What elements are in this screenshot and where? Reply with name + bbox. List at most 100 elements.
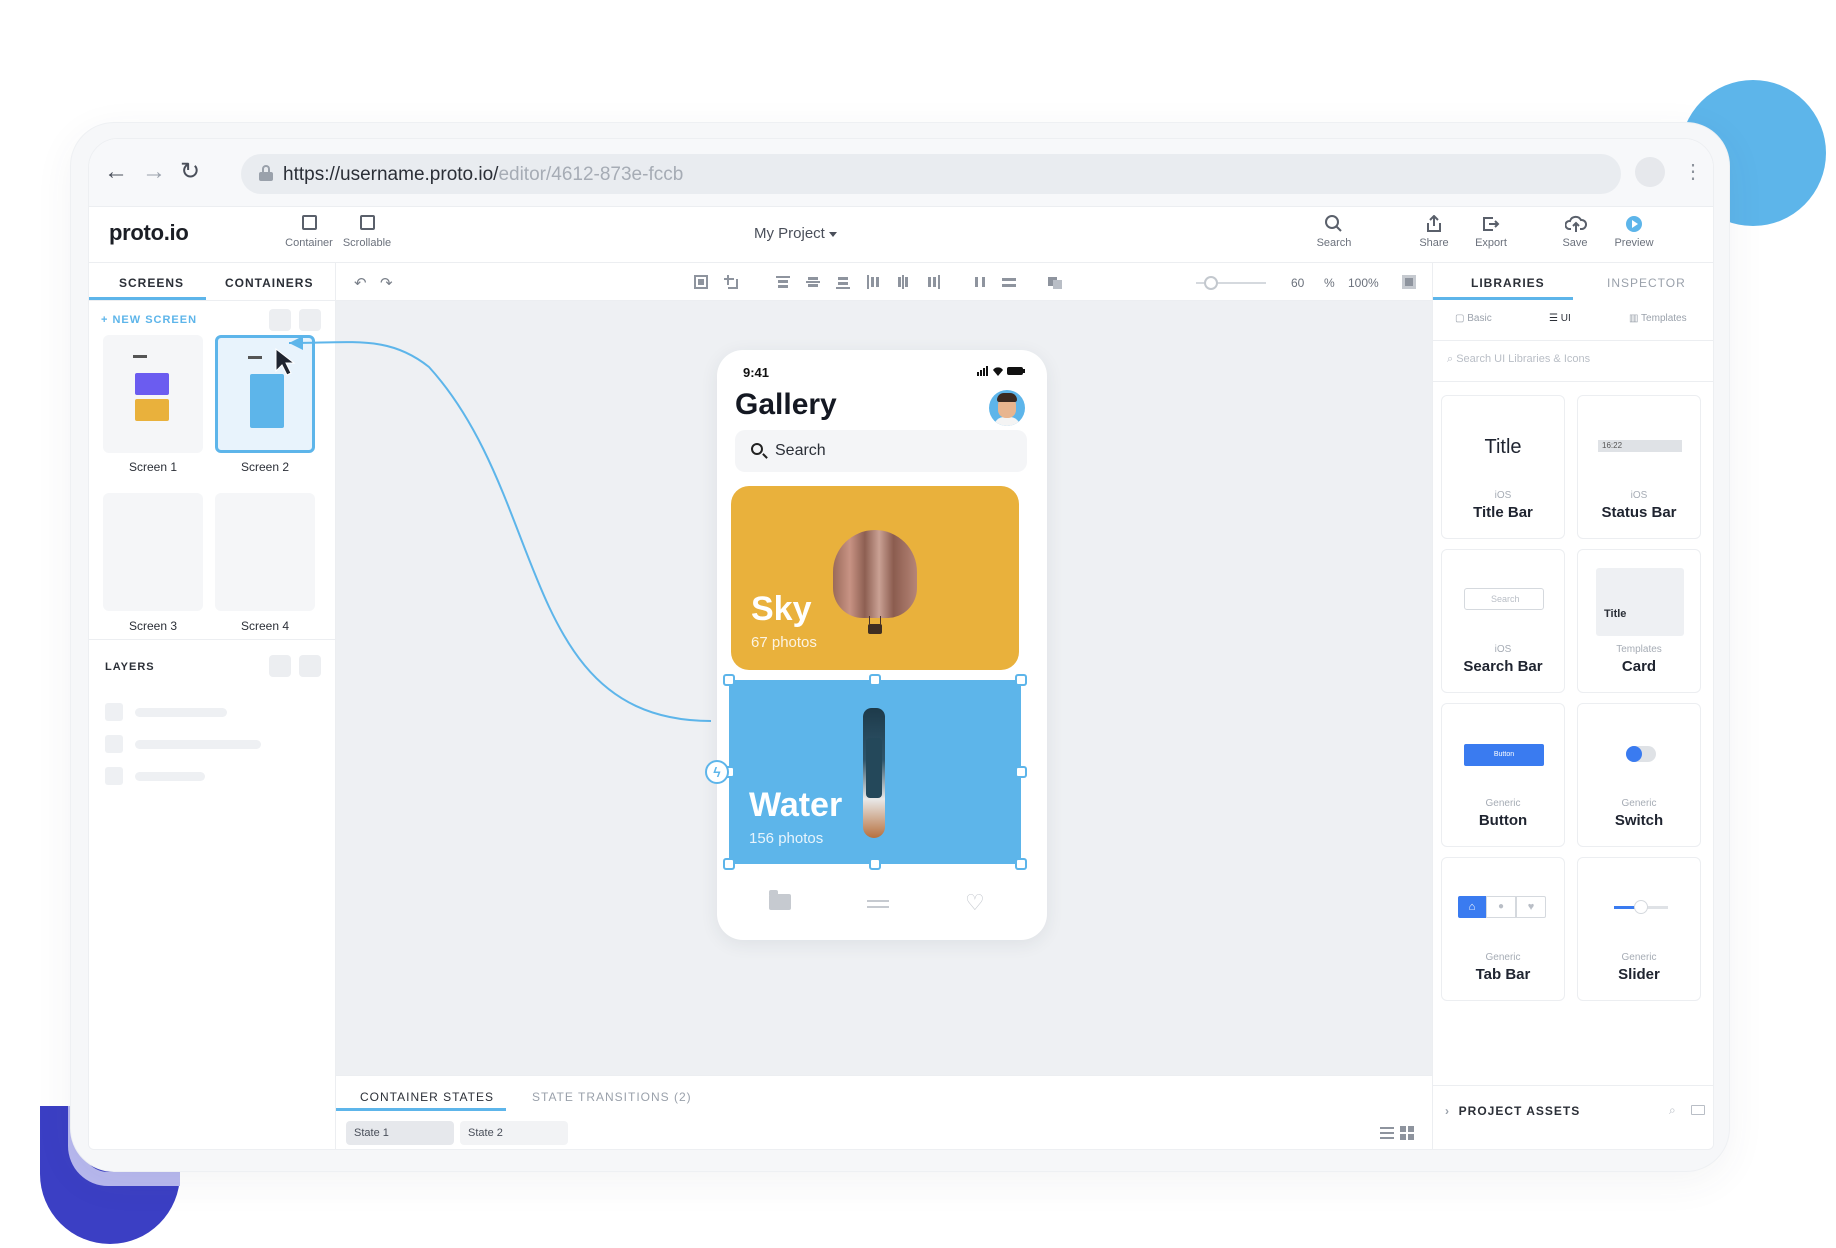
image-icon[interactable] bbox=[1691, 1105, 1705, 1115]
resize-handle[interactable] bbox=[869, 674, 881, 686]
gallery-search-bar[interactable]: Search bbox=[735, 430, 1027, 472]
back-arrow-icon[interactable]: ← bbox=[101, 157, 131, 187]
forward-arrow-icon[interactable]: → bbox=[139, 157, 169, 187]
sky-card[interactable]: Sky 67 photos bbox=[731, 486, 1019, 670]
list-view-icon[interactable] bbox=[1380, 1126, 1394, 1140]
library-search-input[interactable]: ⌕ Search UI Libraries & Icons bbox=[1447, 353, 1590, 366]
heart-icon[interactable]: ♡ bbox=[965, 890, 985, 916]
library-item-status-bar[interactable]: 16:22 iOS Status Bar bbox=[1577, 395, 1701, 539]
undo-icon[interactable]: ↶ bbox=[354, 274, 367, 292]
status-bar-preview: 16:22 bbox=[1598, 440, 1682, 452]
project-title-dropdown[interactable]: My Project bbox=[754, 225, 837, 242]
library-item-category: Generic bbox=[1621, 952, 1657, 963]
export-tool[interactable]: Export bbox=[1467, 215, 1515, 249]
grid-view-icon[interactable] bbox=[1400, 1126, 1414, 1140]
resize-handle[interactable] bbox=[869, 858, 881, 870]
library-item-card[interactable]: Title Templates Card bbox=[1577, 549, 1701, 693]
profile-avatar[interactable] bbox=[1635, 157, 1665, 187]
tab-container-states[interactable]: CONTAINER STATES bbox=[360, 1090, 494, 1104]
kebab-menu-icon[interactable]: ⋮ bbox=[1683, 157, 1703, 187]
grid-view-button[interactable] bbox=[269, 309, 291, 331]
tab-inspector[interactable]: INSPECTOR bbox=[1607, 276, 1686, 290]
resize-handle[interactable] bbox=[1015, 858, 1027, 870]
library-item-switch[interactable]: Generic Switch bbox=[1577, 703, 1701, 847]
library-item-slider[interactable]: Generic Slider bbox=[1577, 857, 1701, 1001]
state-pill-2[interactable]: State 2 bbox=[460, 1121, 568, 1145]
fit-screen-icon[interactable] bbox=[1402, 275, 1416, 289]
zoom-fit-button[interactable]: 100% bbox=[1348, 276, 1379, 290]
redo-icon[interactable]: ↷ bbox=[380, 274, 393, 292]
screen-label-2: Screen 2 bbox=[240, 460, 290, 474]
lightning-bolt-icon[interactable]: ϟ bbox=[705, 760, 729, 784]
distribute-vertical-icon[interactable] bbox=[1002, 275, 1016, 289]
screen-thumbnail-3[interactable] bbox=[103, 493, 203, 611]
library-item-category: iOS bbox=[1494, 644, 1512, 655]
resize-handle[interactable] bbox=[723, 858, 735, 870]
folder-icon[interactable] bbox=[769, 890, 791, 910]
zoom-value[interactable]: 60 bbox=[1291, 276, 1304, 290]
scrollable-tool[interactable]: Scrollable bbox=[339, 215, 395, 249]
phone-tab-bar: ♡ bbox=[717, 878, 1047, 928]
library-item-title-bar[interactable]: Title iOS Title Bar bbox=[1441, 395, 1565, 539]
new-screen-button[interactable]: + NEW SCREEN bbox=[101, 314, 197, 326]
list-view-button[interactable] bbox=[299, 309, 321, 331]
left-panel-tabs: SCREENS CONTAINERS bbox=[89, 263, 335, 301]
water-card[interactable]: Water 156 photos bbox=[729, 680, 1021, 864]
align-center-icon[interactable] bbox=[896, 275, 910, 289]
tab-active-indicator bbox=[89, 297, 206, 300]
select-frame-icon[interactable] bbox=[694, 275, 708, 289]
align-top-icon[interactable] bbox=[776, 275, 790, 289]
align-bottom-icon[interactable] bbox=[836, 275, 850, 289]
share-tool[interactable]: Share bbox=[1412, 214, 1456, 249]
zoom-slider-handle[interactable] bbox=[1204, 276, 1218, 290]
address-bar[interactable]: https://username.proto.io/editor/4612-87… bbox=[241, 154, 1621, 194]
search-tool[interactable]: Search bbox=[1309, 215, 1359, 249]
container-tool[interactable]: Container bbox=[281, 215, 337, 249]
library-item-button[interactable]: Button Generic Button bbox=[1441, 703, 1565, 847]
card-title: Sky bbox=[751, 590, 812, 628]
user-avatar[interactable] bbox=[989, 390, 1025, 426]
group-icon[interactable] bbox=[724, 275, 738, 289]
library-item-search-bar[interactable]: Search iOS Search Bar bbox=[1441, 549, 1565, 693]
container-icon bbox=[299, 215, 319, 233]
subtab-templates[interactable]: ▥ Templates bbox=[1629, 313, 1687, 324]
resize-handle[interactable] bbox=[1015, 766, 1027, 778]
sliders-icon[interactable] bbox=[867, 896, 889, 910]
align-right-icon[interactable] bbox=[926, 275, 940, 289]
search-placeholder: Search bbox=[775, 442, 826, 459]
ui-icon: ☰ bbox=[1549, 313, 1561, 324]
boat-image bbox=[859, 708, 889, 838]
screen-thumbnail-1[interactable] bbox=[103, 335, 203, 453]
chevron-right-icon: › bbox=[1445, 1104, 1459, 1118]
state-pill-1[interactable]: State 1 bbox=[346, 1121, 454, 1145]
tab-containers[interactable]: CONTAINERS bbox=[225, 276, 313, 290]
screen-label-1: Screen 1 bbox=[128, 460, 178, 474]
arrange-icon[interactable] bbox=[1048, 275, 1062, 289]
search-icon[interactable]: ⌕ bbox=[1669, 1103, 1676, 1118]
align-left-icon[interactable] bbox=[866, 275, 880, 289]
tab-libraries[interactable]: LIBRARIES bbox=[1471, 276, 1545, 290]
align-middle-icon[interactable] bbox=[806, 275, 820, 289]
subtab-ui[interactable]: ☰ UI bbox=[1549, 313, 1571, 324]
title-bar-preview: Title bbox=[1484, 436, 1522, 458]
phone-mockup: 9:41 Gallery Search Sky 67 photos Water … bbox=[705, 350, 1047, 940]
card-subtitle: 67 photos bbox=[751, 634, 817, 651]
reload-icon[interactable]: ↻ bbox=[175, 157, 205, 187]
layers-action-button[interactable] bbox=[269, 655, 291, 677]
card-title: Water bbox=[749, 786, 843, 824]
preview-tool[interactable]: Preview bbox=[1609, 215, 1659, 249]
distribute-horizontal-icon[interactable] bbox=[973, 275, 987, 289]
save-tool[interactable]: Save bbox=[1555, 215, 1595, 249]
tab-screens[interactable]: SCREENS bbox=[119, 276, 184, 290]
library-item-tab-bar[interactable]: ⌂ ● ♥ Generic Tab Bar bbox=[1441, 857, 1565, 1001]
tab-state-transitions[interactable]: STATE TRANSITIONS (2) bbox=[532, 1090, 692, 1104]
project-assets-section[interactable]: › PROJECT ASSETS bbox=[1445, 1104, 1580, 1118]
editor-toolbar: ↶ ↷ 60 % 100% bbox=[336, 263, 1432, 301]
screen-thumbnail-4[interactable] bbox=[215, 493, 315, 611]
resize-handle[interactable] bbox=[1015, 674, 1027, 686]
subtab-basic[interactable]: ▢ Basic bbox=[1455, 313, 1492, 324]
resize-handle[interactable] bbox=[723, 674, 735, 686]
layers-action-button[interactable] bbox=[299, 655, 321, 677]
card-preview-image bbox=[1596, 568, 1684, 636]
screen-thumbnail-2[interactable] bbox=[215, 335, 315, 453]
